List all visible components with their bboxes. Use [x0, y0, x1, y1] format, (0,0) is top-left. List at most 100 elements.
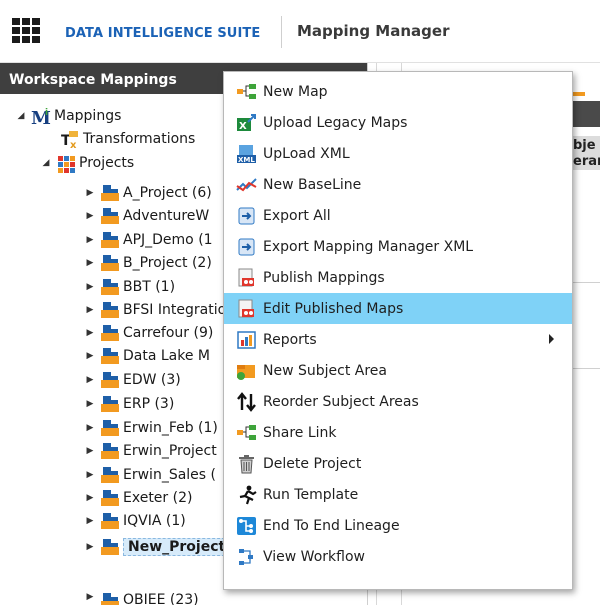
row-divider: [573, 368, 600, 369]
collapse-arrow-icon[interactable]: ◢: [40, 158, 52, 168]
expand-arrow-icon[interactable]: ▶: [84, 542, 96, 552]
menu-item-label: View Workflow: [263, 548, 365, 565]
tree-label-selected: New_Project: [123, 538, 231, 556]
run-icon: [236, 485, 258, 505]
context-menu: New Map X Upload Legacy Maps XML UpLoad …: [223, 71, 573, 590]
tree-node-project[interactable]: ▶ BBT (1): [84, 276, 175, 298]
tree-node-project[interactable]: ▶ Carrefour (9): [84, 322, 213, 344]
share-link-icon: [236, 423, 258, 443]
project-folder-icon: [100, 466, 120, 484]
project-folder-icon: [100, 231, 120, 249]
tree-node-mappings[interactable]: ◢ M i Mappings: [15, 105, 122, 129]
top-bar: DATA INTELLIGENCE SUITE Mapping Manager: [0, 0, 600, 63]
tree-node-projects[interactable]: ◢ Projects: [40, 152, 134, 174]
project-folder-icon: [100, 184, 120, 202]
tree-label: Erwin_Sales (: [123, 467, 216, 483]
expand-arrow-icon[interactable]: ▶: [84, 282, 96, 292]
tree-node-project[interactable]: ▶ AdventureW: [84, 205, 209, 227]
project-folder-icon: [100, 419, 120, 437]
tree-node-project-selected[interactable]: ▶ New_Project: [84, 536, 231, 558]
expand-arrow-icon[interactable]: ▶: [84, 375, 96, 385]
menu-item-export-all[interactable]: Export All: [224, 200, 572, 231]
tree-label: OBIEE (23): [123, 592, 199, 605]
menu-item-export-mapping-manager-xml[interactable]: Export Mapping Manager XML: [224, 231, 572, 262]
projects-grid-icon: [56, 154, 76, 173]
svg-text:XML: XML: [238, 156, 255, 164]
menu-item-new-map[interactable]: New Map: [224, 76, 572, 107]
expand-arrow-icon[interactable]: ▶: [84, 399, 96, 409]
expand-arrow-icon[interactable]: ▶: [84, 446, 96, 456]
menu-item-label: Delete Project: [263, 455, 362, 472]
svg-text:X: X: [239, 121, 247, 132]
menu-item-reorder-subject-areas[interactable]: Reorder Subject Areas: [224, 386, 572, 417]
project-folder-icon: [100, 489, 120, 507]
expand-arrow-icon[interactable]: ▶: [84, 305, 96, 315]
expand-arrow-icon[interactable]: ▶: [84, 188, 96, 198]
tree-node-project[interactable]: ▶ APJ_Demo (1: [84, 229, 213, 251]
project-folder-icon: [100, 207, 120, 225]
menu-item-label: Reports: [263, 331, 317, 348]
menu-item-upload-xml[interactable]: XML UpLoad XML: [224, 138, 572, 169]
tree-node-project[interactable]: ▶ Erwin_Project: [84, 440, 217, 462]
tree-node-project[interactable]: ▶ EDW (3): [84, 369, 181, 391]
tree-node-project[interactable]: ▶ ERP (3): [84, 393, 174, 415]
tree-node-project[interactable]: ▶ Erwin_Sales (: [84, 464, 216, 486]
xml-icon: XML: [236, 144, 258, 164]
menu-item-label: Reorder Subject Areas: [263, 393, 419, 410]
collapse-arrow-icon[interactable]: ◢: [15, 111, 27, 121]
tree-label: Carrefour (9): [123, 325, 214, 341]
menu-item-edit-published-maps[interactable]: Edit Published Maps: [224, 293, 572, 324]
project-folder-icon: [100, 347, 120, 365]
menu-item-new-baseline[interactable]: New BaseLine: [224, 169, 572, 200]
export-icon: [236, 206, 258, 226]
project-folder-icon: [100, 254, 120, 272]
menu-item-upload-legacy-maps[interactable]: X Upload Legacy Maps: [224, 107, 572, 138]
expand-arrow-icon[interactable]: ▶: [84, 351, 96, 361]
expand-arrow-icon[interactable]: ▶: [84, 470, 96, 480]
tree-node-project[interactable]: ▶ B_Project (2): [84, 252, 212, 274]
tree-label: B_Project (2): [123, 255, 212, 271]
expand-arrow-icon[interactable]: ▶: [84, 423, 96, 433]
edit-published-icon: [236, 299, 258, 319]
tree-label: Exeter (2): [123, 490, 193, 506]
expand-arrow-icon[interactable]: ▶: [84, 493, 96, 503]
menu-item-new-subject-area[interactable]: New Subject Area: [224, 355, 572, 386]
menu-item-label: Share Link: [263, 424, 337, 441]
suite-name[interactable]: DATA INTELLIGENCE SUITE: [65, 26, 260, 41]
expand-arrow-icon[interactable]: ▶: [84, 211, 96, 221]
project-folder-icon: [100, 592, 120, 605]
project-folder-icon: [100, 442, 120, 460]
tree-label: Mappings: [54, 108, 122, 124]
menu-item-publish-mappings[interactable]: Publish Mappings: [224, 262, 572, 293]
menu-item-run-template[interactable]: Run Template: [224, 479, 572, 510]
menu-item-end-to-end-lineage[interactable]: End To End Lineage: [224, 510, 572, 541]
menu-item-delete-project[interactable]: Delete Project: [224, 448, 572, 479]
tree-node-project[interactable]: ▶ Data Lake M: [84, 345, 210, 367]
menu-item-view-workflow[interactable]: View Workflow: [224, 541, 572, 572]
tree-label: AdventureW: [123, 208, 210, 224]
tree-node-transformations[interactable]: T x Transformations: [60, 128, 195, 151]
tree-node-project[interactable]: ▶ A_Project (6): [84, 182, 212, 204]
expand-arrow-icon[interactable]: ▶: [84, 592, 96, 602]
menu-item-label: New Map: [263, 83, 328, 100]
expand-arrow-icon[interactable]: ▶: [84, 235, 96, 245]
menu-item-reports[interactable]: Reports: [224, 324, 572, 355]
column-header-text-1: bje: [573, 138, 596, 153]
expand-arrow-icon[interactable]: ▶: [84, 258, 96, 268]
menu-item-label: Publish Mappings: [263, 269, 385, 286]
menu-item-share-link[interactable]: Share Link: [224, 417, 572, 448]
menu-item-label: Run Template: [263, 486, 359, 503]
tree-node-project[interactable]: ▶ OBIEE (23): [84, 592, 199, 605]
reports-icon: [236, 330, 258, 350]
tree-node-project[interactable]: ▶ IQVIA (1): [84, 510, 186, 532]
expand-arrow-icon[interactable]: ▶: [84, 328, 96, 338]
workflow-icon: [236, 547, 258, 567]
tree-node-project[interactable]: ▶ Exeter (2): [84, 487, 192, 509]
svg-text:i: i: [45, 108, 48, 118]
expand-arrow-icon[interactable]: ▶: [84, 516, 96, 526]
app-launcher-icon[interactable]: [12, 18, 40, 44]
tree-node-project[interactable]: ▶ Erwin_Feb (1): [84, 417, 218, 439]
project-folder-icon: [100, 395, 120, 413]
tree-node-project[interactable]: ▶ BFSI Integratio: [84, 299, 226, 321]
menu-item-label: Export Mapping Manager XML: [263, 238, 474, 255]
